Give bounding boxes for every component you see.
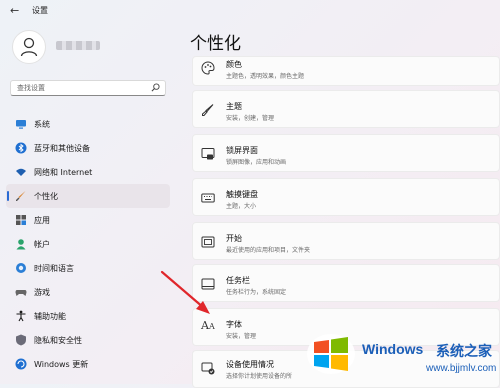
watermark: Windows 系统之家 www.bjjmlv.com [306,322,500,384]
windows-logo-icon [307,334,355,374]
watermark-brand: Windows [362,341,424,357]
watermark-url: www.bjjmlv.com [426,363,497,374]
watermark-cn: 系统之家 [436,344,492,360]
